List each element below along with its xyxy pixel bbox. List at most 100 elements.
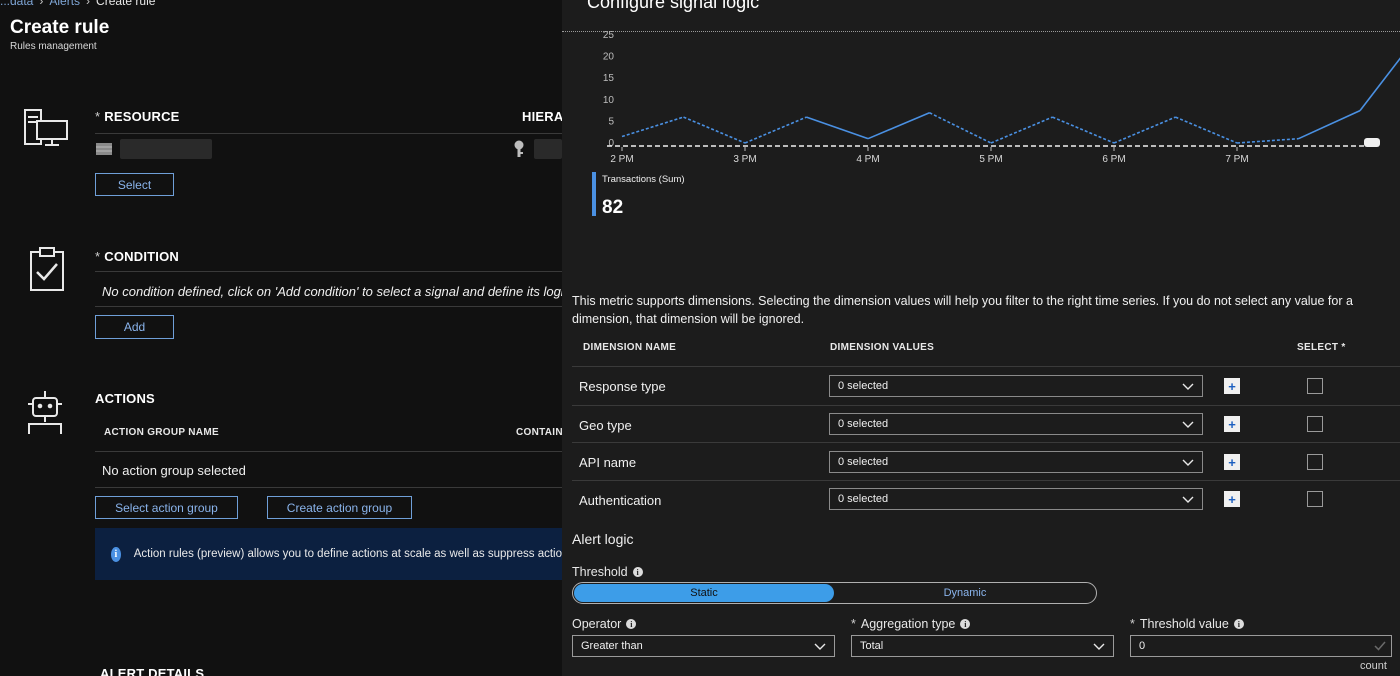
x-tick-label: 7 PM <box>1225 154 1248 165</box>
threshold-drag-handle[interactable] <box>1364 138 1380 147</box>
storage-account-icon <box>96 143 112 155</box>
dimension-name-response-type: Response type <box>579 379 666 394</box>
col-dimension-values: DIMENSION VALUES <box>830 342 935 353</box>
y-tick-label: 20 <box>603 52 615 63</box>
dimension-values-dropdown[interactable]: 0 selected <box>829 451 1203 473</box>
select-action-group-button[interactable]: Select action group <box>95 496 238 519</box>
chevron-down-icon <box>1182 421 1194 428</box>
threshold-static-option[interactable]: Static <box>574 584 834 602</box>
series-line-segment <box>1298 109 1361 140</box>
dropdown-value: Total <box>860 640 884 652</box>
breadcrumb-item-data[interactable]: ...data <box>0 0 33 8</box>
create-rule-blade: ...data › Alerts › Create rule Create rule R… <box>0 0 562 676</box>
dropdown-value: Greater than <box>581 640 643 652</box>
info-icon[interactable]: i <box>626 619 637 629</box>
aggregation-dropdown[interactable]: Total <box>851 635 1114 657</box>
condition-label: CONDITION <box>104 249 180 264</box>
legend-color-bar <box>592 172 596 216</box>
select-dimension-checkbox[interactable] <box>1307 491 1323 507</box>
alert-logic-heading: Alert logic <box>572 531 634 547</box>
key-icon <box>514 140 524 157</box>
action-rules-info-banner: i Action rules (preview) allows you to d… <box>95 528 562 580</box>
dropdown-value: 0 selected <box>838 456 889 468</box>
page-title: Create rule <box>10 17 110 38</box>
checkmark-icon <box>1374 641 1386 651</box>
series-line-segment <box>1236 137 1299 144</box>
dropdown-value: 0 selected <box>838 493 889 505</box>
dimension-values-dropdown[interactable]: 0 selected <box>829 413 1203 435</box>
threshold-unit-label: count <box>1360 660 1387 672</box>
chevron-down-icon <box>1182 496 1194 503</box>
threshold-label-text: Threshold <box>572 565 628 579</box>
col-contains: CONTAIN <box>516 427 562 438</box>
breadcrumb-item-alerts[interactable]: Alerts <box>49 0 80 8</box>
info-icon[interactable]: i <box>960 619 971 629</box>
dimension-name-authentication: Authentication <box>579 493 662 508</box>
threshold-value-input[interactable]: 0 <box>1130 635 1392 657</box>
breadcrumb-item-current: Create rule <box>96 0 156 8</box>
col-action-group-name: ACTION GROUP NAME <box>104 427 219 438</box>
y-tick-label: 5 <box>608 116 614 127</box>
y-tick-label: 0 <box>608 138 614 149</box>
info-icon[interactable]: i <box>1233 619 1244 629</box>
dimension-values-dropdown[interactable]: 0 selected <box>829 488 1203 510</box>
divider <box>95 306 562 307</box>
alert-details-heading: ALERT DETAILS <box>100 666 205 676</box>
chevron-down-icon <box>1182 459 1194 466</box>
x-tick-label: 5 PM <box>979 154 1002 165</box>
divider <box>572 405 1400 406</box>
series-line-segment <box>683 116 746 144</box>
select-dimension-checkbox[interactable] <box>1307 454 1323 470</box>
dimension-name-api-name: API name <box>579 455 637 470</box>
actions-heading: ACTIONS <box>95 391 155 406</box>
add-condition-button[interactable]: Add <box>95 315 174 339</box>
operator-label-text: Operator <box>572 617 622 631</box>
divider <box>95 487 562 488</box>
select-dimension-checkbox[interactable] <box>1307 416 1323 432</box>
select-dimension-checkbox[interactable] <box>1307 378 1323 394</box>
info-icon[interactable]: i <box>632 567 643 577</box>
input-value: 0 <box>1139 640 1146 652</box>
series-line-segment <box>867 112 930 140</box>
series-line-segment <box>1359 57 1400 112</box>
info-banner-text: Action rules (preview) allows you to def… <box>133 548 562 560</box>
threshold-label: Threshold i <box>572 565 643 579</box>
aggregation-label: * Aggregation type i <box>851 617 971 631</box>
legend-series-label: Transactions (Sum) <box>602 174 685 185</box>
series-line-segment <box>1175 116 1238 144</box>
divider <box>572 480 1400 481</box>
divider <box>95 451 562 452</box>
add-dimension-value-button[interactable]: + <box>1224 416 1240 432</box>
dropdown-value: 0 selected <box>838 418 889 430</box>
add-dimension-value-button[interactable]: + <box>1224 491 1240 507</box>
create-action-group-button[interactable]: Create action group <box>267 496 412 519</box>
metric-chart: 25 20 15 10 5 0 2 PM 3 PM 4 PM 5 PM 6 PM 7 PM <box>603 30 1400 165</box>
add-dimension-value-button[interactable]: + <box>1224 378 1240 394</box>
series-line-segment <box>806 116 869 140</box>
x-tick-label: 6 PM <box>1102 154 1125 165</box>
legend-series-value: 82 <box>602 197 624 218</box>
action-group-empty-text: No action group selected <box>102 463 246 478</box>
breadcrumb: ...data › Alerts › Create rule <box>0 0 155 8</box>
series-line-segment <box>1052 116 1115 144</box>
configure-signal-logic-blade: Configure signal logic 25 20 15 10 5 0 2 PM 3 P… <box>562 0 1400 676</box>
threshold-value-label-text: Threshold value <box>1139 617 1229 631</box>
x-tick-label: 2 PM <box>610 154 633 165</box>
condition-empty-text: No condition defined, click on 'Add cond… <box>102 284 562 299</box>
select-resource-button[interactable]: Select <box>95 173 174 196</box>
col-select: SELECT * <box>1297 342 1346 353</box>
dimension-values-dropdown[interactable]: 0 selected <box>829 375 1203 397</box>
add-dimension-value-button[interactable]: + <box>1224 454 1240 470</box>
dimension-description: This metric supports dimensions. Selecti… <box>572 294 1353 326</box>
hierarchy-redacted <box>534 139 562 159</box>
chevron-down-icon <box>814 643 826 650</box>
threshold-dynamic-option[interactable]: Dynamic <box>835 584 1095 602</box>
operator-dropdown[interactable]: Greater than <box>572 635 835 657</box>
y-tick-label: 15 <box>603 73 615 84</box>
col-dimension-name: DIMENSION NAME <box>583 342 677 353</box>
series-line-segment <box>929 112 992 144</box>
x-tick-label: 3 PM <box>733 154 756 165</box>
series-line-segment <box>621 116 684 138</box>
page-subtitle: Rules management <box>10 41 97 52</box>
hierarchy-heading: HIERA <box>522 109 562 124</box>
